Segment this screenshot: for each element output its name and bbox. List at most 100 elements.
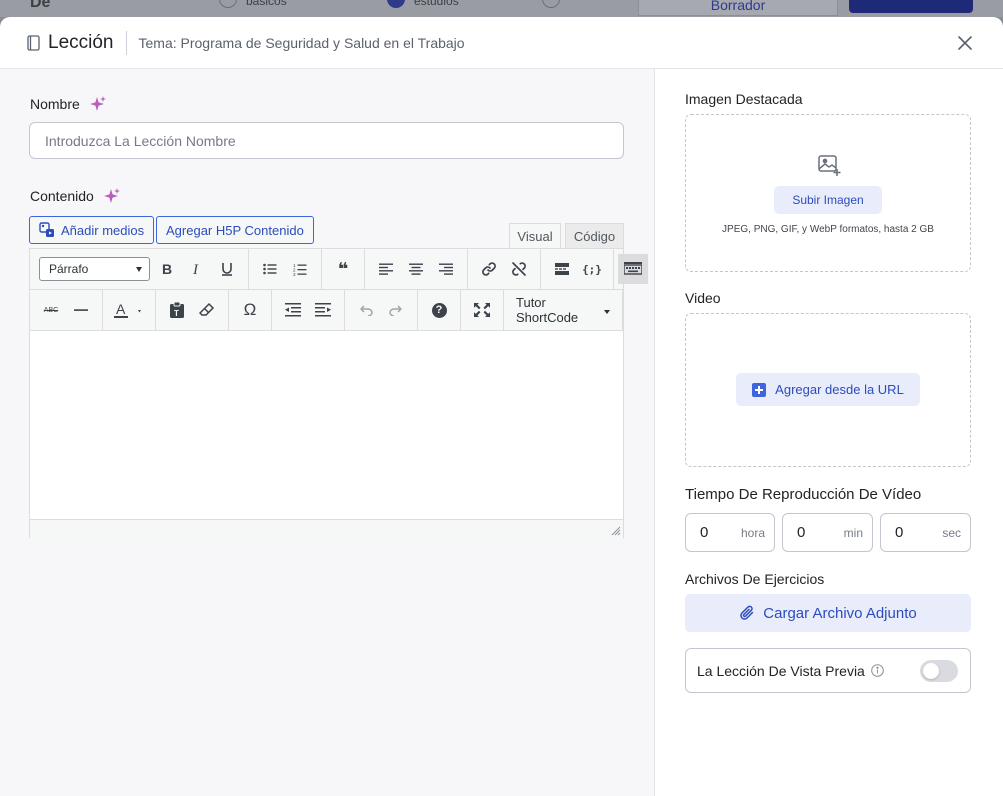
paste-text-button[interactable]: T — [162, 295, 192, 325]
video-dropzone[interactable]: Agregar desde la URL — [685, 313, 971, 467]
media-icon — [39, 222, 54, 237]
upload-attachment-button[interactable]: Cargar Archivo Adjunto — [685, 594, 971, 632]
special-character-button[interactable]: Ω — [235, 295, 265, 325]
add-h5p-label: Agregar H5P Contenido — [166, 222, 304, 238]
indent-icon — [315, 303, 331, 317]
numbered-list-button[interactable]: 123 — [285, 254, 315, 284]
background-radio-label: básicos — [246, 0, 287, 8]
upload-image-button[interactable]: Subir Imagen — [774, 186, 882, 214]
minutes-value: 0 — [797, 524, 806, 541]
paperclip-icon — [740, 605, 754, 620]
read-more-icon — [555, 263, 569, 275]
close-icon — [958, 36, 972, 50]
editor-toolbar-row-1: Párrafo B I 1 2 3 ❝ {;} — [30, 249, 648, 290]
background-draft-button: Borrador — [638, 0, 838, 16]
align-left-button[interactable] — [371, 254, 401, 284]
horizontal-line-icon — [74, 309, 88, 311]
svg-text:T: T — [174, 309, 179, 318]
background-page: De básicos estudios Borrador — [0, 0, 1003, 17]
insert-link-button[interactable] — [474, 254, 504, 284]
resize-handle-icon[interactable] — [611, 526, 621, 536]
outdent-button[interactable] — [278, 295, 308, 325]
plus-square-icon — [752, 382, 767, 397]
modal-title: Lección — [48, 31, 114, 53]
add-from-url-button[interactable]: Agregar desde la URL — [736, 373, 920, 406]
link-icon — [482, 262, 496, 276]
editor-status-bar — [30, 519, 623, 538]
svg-text:B: B — [162, 262, 172, 276]
add-image-icon — [818, 155, 841, 176]
align-center-icon — [409, 263, 423, 275]
indent-button[interactable] — [308, 295, 338, 325]
read-more-button[interactable] — [547, 254, 577, 284]
quote-icon: ❝ — [337, 259, 349, 279]
remove-link-button[interactable] — [504, 254, 534, 284]
editor-content-area[interactable] — [30, 331, 623, 519]
bold-button[interactable]: B — [152, 254, 182, 284]
modal-subtitle: Tema: Programa de Seguridad y Salud en e… — [138, 34, 465, 51]
align-right-icon — [439, 263, 453, 275]
eraser-icon — [199, 302, 215, 316]
background-radio-label: estudios — [414, 0, 459, 8]
code-button[interactable]: {;} — [577, 254, 607, 284]
strikethrough-icon: ABC — [43, 306, 59, 314]
hours-unit: hora — [740, 525, 765, 540]
tab-code[interactable]: Código — [565, 223, 624, 249]
seconds-value: 0 — [895, 524, 904, 541]
undo-icon — [360, 305, 373, 316]
background-radio-selected — [387, 0, 405, 8]
video-label: Video — [685, 290, 721, 306]
svg-text:A: A — [116, 302, 126, 317]
underline-button[interactable] — [212, 254, 242, 284]
svg-text:I: I — [192, 262, 199, 276]
bullet-list-button[interactable] — [255, 254, 285, 284]
ai-sparkle-icon[interactable] — [89, 95, 107, 113]
close-button[interactable] — [955, 33, 975, 53]
strikethrough-button[interactable]: ABC — [36, 295, 66, 325]
undo-button[interactable] — [351, 295, 381, 325]
help-icon: ? — [431, 302, 447, 318]
content-label-row: Contenido — [30, 187, 121, 205]
omega-icon: Ω — [243, 300, 257, 319]
toolbar-toggle-button[interactable] — [618, 254, 648, 284]
paragraph-format-select[interactable]: Párrafo — [39, 257, 150, 281]
align-left-icon — [379, 263, 393, 275]
featured-image-label: Imagen Destacada — [685, 91, 803, 107]
underline-icon — [222, 263, 232, 276]
italic-button[interactable]: I — [182, 254, 212, 284]
lesson-preview-toggle[interactable] — [920, 660, 958, 682]
hours-value: 0 — [700, 524, 709, 541]
minutes-input[interactable]: 0 min — [782, 513, 873, 552]
outdent-icon — [285, 303, 301, 317]
horizontal-line-button[interactable] — [66, 295, 96, 325]
blockquote-button[interactable]: ❝ — [328, 254, 358, 284]
text-color-button[interactable]: A — [109, 295, 149, 325]
clipboard-icon: T — [170, 302, 184, 318]
tab-visual[interactable]: Visual — [509, 223, 561, 249]
clear-formatting-button[interactable] — [192, 295, 222, 325]
ai-sparkle-icon[interactable] — [103, 187, 121, 205]
info-icon[interactable] — [871, 664, 884, 677]
hours-input[interactable]: 0 hora — [685, 513, 775, 552]
svg-text:3: 3 — [293, 272, 296, 276]
add-media-button[interactable]: Añadir medios — [29, 216, 155, 244]
align-right-button[interactable] — [431, 254, 461, 284]
lesson-preview-label: La Lección De Vista Previa — [697, 662, 865, 679]
image-formats-hint: JPEG, PNG, GIF, y WebP formatos, hasta 2… — [722, 224, 934, 235]
redo-button[interactable] — [381, 295, 411, 325]
format-select-value: Párrafo — [49, 262, 89, 276]
lesson-name-input[interactable] — [29, 122, 624, 159]
background-label: De — [30, 0, 51, 11]
keyboard-shortcuts-button[interactable]: ? — [424, 295, 454, 325]
add-h5p-button[interactable]: Agregar H5P Contenido — [156, 216, 314, 244]
lesson-main-panel: Nombre Contenido — [0, 69, 655, 796]
seconds-input[interactable]: 0 sec — [880, 513, 971, 552]
book-icon — [26, 34, 40, 51]
fullscreen-button[interactable] — [467, 295, 497, 325]
content-label: Contenido — [30, 188, 94, 204]
header-divider — [125, 30, 127, 55]
featured-image-dropzone[interactable]: Subir Imagen JPEG, PNG, GIF, y WebP form… — [685, 114, 971, 272]
exercise-files-label: Archivos De Ejercicios — [685, 571, 825, 587]
tutor-shortcode-dropdown[interactable]: Tutor ShortCode — [504, 295, 622, 325]
align-center-button[interactable] — [401, 254, 431, 284]
